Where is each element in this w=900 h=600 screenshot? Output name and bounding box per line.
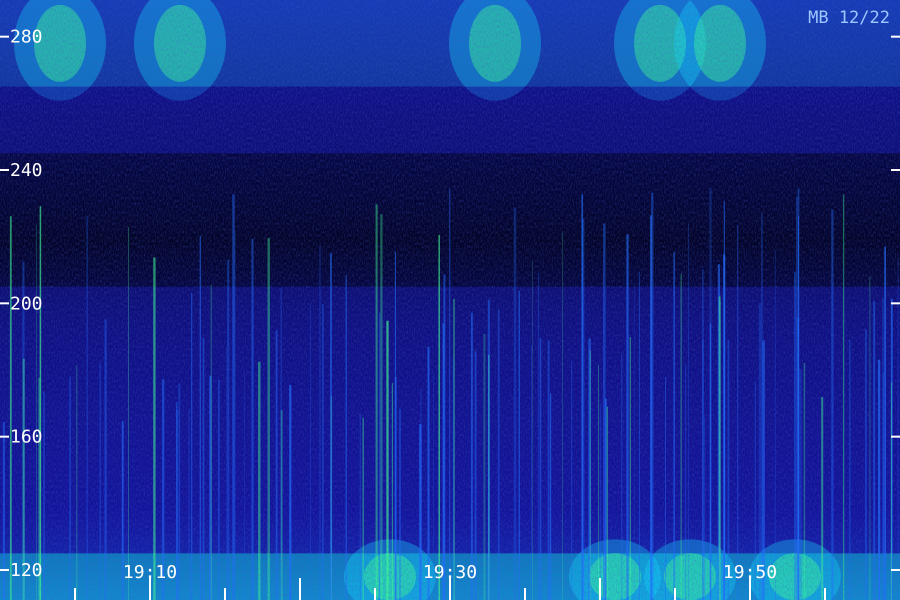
y-tick-label: 160 — [10, 427, 43, 448]
y-tick-label: 200 — [10, 293, 43, 314]
noise-texture — [0, 0, 900, 600]
y-tick-label: 240 — [10, 160, 43, 181]
x-tick-label: 19:50 — [723, 562, 777, 583]
y-tick-label: 280 — [10, 27, 43, 48]
x-tick-label: 19:30 — [423, 562, 477, 583]
x-tick-label: 19:10 — [123, 562, 177, 583]
y-tick-label: 120 — [10, 560, 43, 581]
station-label: MB 12/22 — [808, 8, 890, 28]
spectrogram-chart: 120 160 200 240 280 19:10 19:30 19:50 MB 12/22 — [0, 0, 900, 600]
